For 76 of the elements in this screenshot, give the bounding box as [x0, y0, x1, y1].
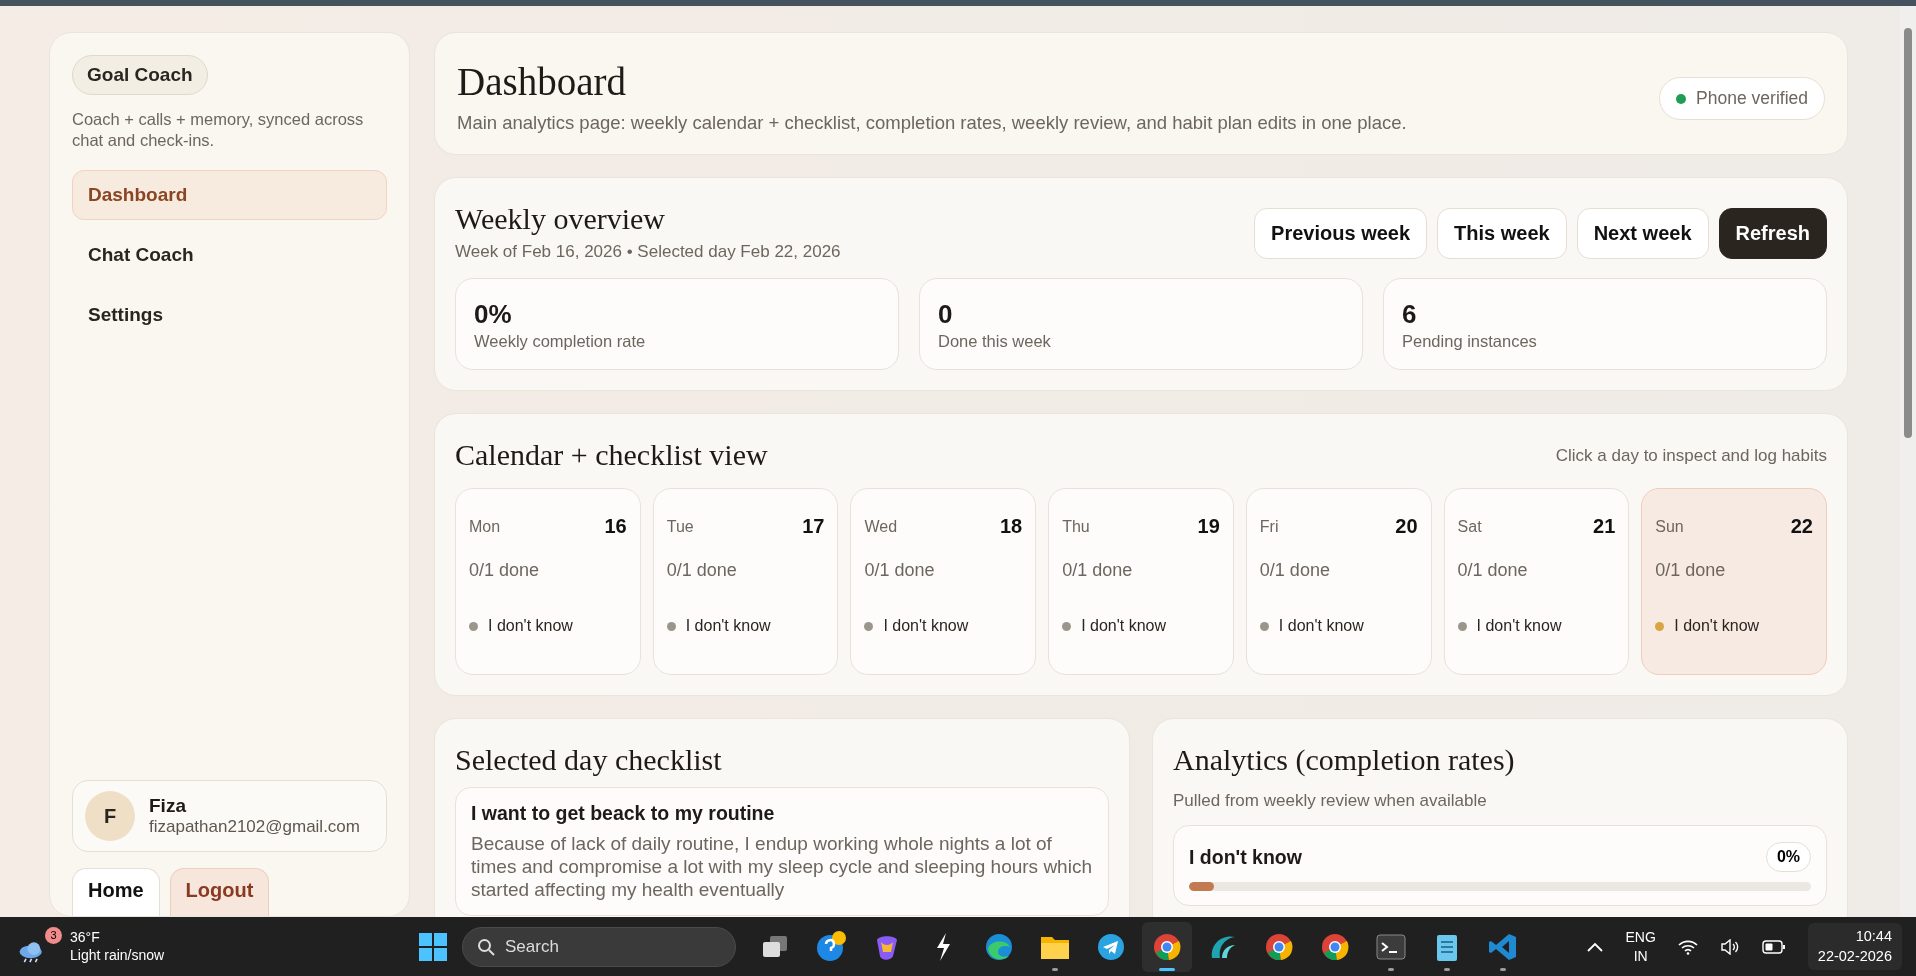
- nav-item[interactable]: Chat Coach: [72, 230, 387, 281]
- notification-badge: 3: [45, 926, 62, 944]
- habit-name: I don't know: [488, 617, 573, 635]
- tagline: Coach + calls + memory, synced across chat and check-ins.: [72, 109, 365, 151]
- day-progress: 0/1 done: [666, 560, 738, 581]
- day-number: 19: [1197, 515, 1220, 538]
- day-card[interactable]: Wed 18 0/1 done I don't know: [850, 488, 1037, 675]
- day-number: 18: [999, 515, 1023, 538]
- refresh-button[interactable]: Refresh: [1718, 208, 1827, 259]
- home-button[interactable]: Home: [72, 868, 160, 916]
- goal-title: I want to get beack to my routine: [471, 802, 776, 825]
- day-number: 22: [1790, 515, 1813, 538]
- section-title: Analytics (completion rates): [1173, 743, 1516, 777]
- day-number: 21: [1593, 515, 1616, 538]
- day-card[interactable]: Tue 17 0/1 done I don't know: [652, 488, 839, 675]
- status-label: Phone verified: [1696, 88, 1808, 109]
- section-title: Selected day checklist: [455, 743, 723, 777]
- day-progress: 0/1 done: [1062, 560, 1134, 581]
- day-progress: 0/1 done: [864, 560, 936, 581]
- habit-name: I don't know: [685, 617, 771, 635]
- stat-value: 6: [1402, 299, 1418, 330]
- day-number: 17: [802, 515, 825, 538]
- habit-name: I don't know: [1278, 617, 1364, 635]
- week-button[interactable]: Next week: [1576, 208, 1709, 259]
- day-card[interactable]: Thu 19 0/1 done I don't know: [1048, 488, 1234, 675]
- day-progress: 0/1 done: [1655, 560, 1727, 581]
- stat-value: 0%: [474, 299, 513, 330]
- stat-label: Weekly completion rate: [474, 332, 647, 351]
- day-progress: 0/1 done: [1259, 560, 1331, 581]
- weekday: Mon: [469, 517, 501, 536]
- habit-name: I don't know: [1081, 617, 1167, 635]
- weekday: Fri: [1259, 517, 1279, 536]
- day-card[interactable]: Sun 22 0/1 done I don't know: [1641, 488, 1827, 675]
- stat-label: Done this week: [938, 332, 1052, 351]
- analytics-subtitle: Pulled from weekly review when available: [1173, 791, 1488, 811]
- day-progress: 0/1 done: [1457, 560, 1529, 581]
- day-card[interactable]: Fri 20 0/1 done I don't know: [1245, 488, 1432, 675]
- day-card[interactable]: Mon 16 0/1 done I don't know: [455, 488, 641, 675]
- weather-condition: Light rain/snow: [70, 946, 165, 964]
- stat-label: Pending instances: [1402, 332, 1538, 351]
- weekday: Tue: [666, 517, 694, 536]
- page-subtitle: Main analytics page: weekly calendar + checklist, completion rates, weekly review, and habit plan edits in one place.: [457, 112, 1407, 134]
- goal-description: Because of lack of daily routine, I endup working whole nights a lot of times and compromise a lot with my sleep cycle and sleeping hours which started affecting my health eventually: [471, 833, 1093, 902]
- language-indicator[interactable]: ENG: [1625, 928, 1656, 947]
- habit-name: I don't know: [1189, 845, 1302, 869]
- section-title: Weekly overview: [455, 202, 666, 236]
- day-number: 16: [604, 515, 627, 538]
- day-card[interactable]: Sat 21 0/1 done I don't know: [1443, 488, 1630, 675]
- section-title: Calendar + checklist view: [455, 438, 768, 472]
- page-title: Dashboard: [457, 59, 627, 104]
- nav-item[interactable]: Settings: [72, 290, 387, 341]
- day-progress: 0/1 done: [469, 560, 541, 581]
- brand-name: Goal Coach: [72, 55, 208, 95]
- clock[interactable]: 10:44 22-02-2026: [1807, 922, 1902, 971]
- weekday: Sun: [1655, 517, 1684, 536]
- habit-name: I don't know: [1674, 617, 1760, 635]
- weekday: Sat: [1457, 517, 1482, 536]
- calendar-hint: Click a day to inspect and log habits: [1555, 446, 1827, 466]
- user-email: fizapathan2102@gmail.com: [149, 817, 360, 837]
- nav-item[interactable]: Dashboard: [72, 170, 387, 221]
- habit-name: I don't know: [883, 617, 969, 635]
- week-button[interactable]: This week: [1437, 208, 1567, 259]
- avatar: F: [85, 791, 135, 841]
- week-button[interactable]: Previous week: [1254, 208, 1428, 259]
- search-field[interactable]: Search: [462, 926, 736, 967]
- user-name: Fiza: [149, 795, 187, 817]
- day-number: 20: [1395, 515, 1418, 538]
- temperature: 36°F: [70, 929, 101, 947]
- stat-value: 0: [938, 299, 954, 330]
- week-subtitle: Week of Feb 16, 2026 • Selected day Feb 22, 2026: [455, 242, 841, 262]
- habit-name: I don't know: [1476, 617, 1562, 635]
- language-indicator[interactable]: IN: [1625, 946, 1656, 965]
- weekday: Thu: [1062, 517, 1090, 536]
- weekday: Wed: [864, 517, 898, 536]
- logout-button[interactable]: Logout: [169, 868, 270, 916]
- percent-pill: 0%: [1765, 842, 1811, 872]
